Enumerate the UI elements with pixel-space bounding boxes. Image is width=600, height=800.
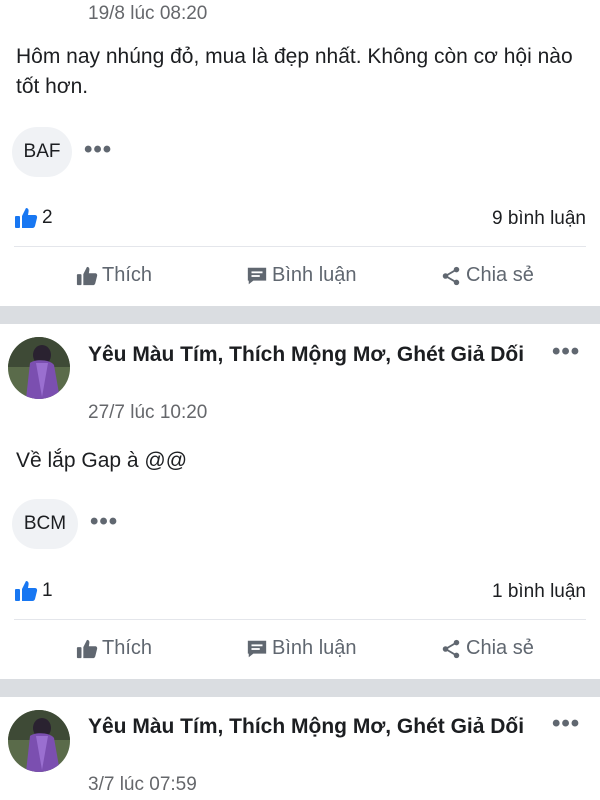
post-timestamp[interactable]: 3/7 lúc 07:59 (88, 774, 197, 796)
like-reaction-icon (15, 208, 38, 228)
tag-more-icon[interactable]: ••• (90, 508, 118, 536)
like-label: Thích (102, 637, 153, 659)
author-avatar[interactable] (8, 337, 70, 399)
like-label: Thích (102, 264, 153, 286)
comment-label: Bình luận (272, 264, 357, 286)
like-count-value: 2 (42, 207, 53, 228)
comment-label: Bình luận (272, 637, 357, 659)
like-count-value: 1 (42, 580, 53, 601)
comment-count[interactable]: 9 bình luận (492, 208, 586, 230)
author-name[interactable]: Yêu Màu Tím, Thích Mộng Mơ, Ghét Giả Dối (88, 340, 538, 369)
like-reaction-icon (15, 581, 38, 601)
stock-tag[interactable]: BCM (12, 499, 78, 549)
avatar-image (8, 710, 70, 772)
author-name[interactable]: Yêu Màu Tím, Thích Mộng Mơ, Ghét Giả Dối (88, 712, 538, 741)
post-timestamp[interactable]: 27/7 lúc 10:20 (88, 402, 207, 424)
post-separator (0, 306, 600, 324)
comment-button[interactable]: Bình luận (246, 264, 357, 287)
post-more-icon[interactable]: ••• (552, 710, 580, 738)
post-text: Hôm nay nhúng đỏ, mua là đẹp nhất. Không… (16, 45, 573, 98)
comment-button[interactable]: Bình luận (246, 637, 357, 660)
author-avatar[interactable] (8, 710, 70, 772)
stock-tag[interactable]: BAF (12, 127, 72, 177)
avatar-image (8, 337, 70, 399)
thumbs-up-icon (76, 266, 98, 285)
comment-icon (247, 267, 267, 284)
like-button[interactable]: Thích (76, 264, 152, 287)
post-separator (0, 679, 600, 697)
divider (14, 246, 586, 247)
thumbs-up-icon (76, 639, 98, 658)
divider (14, 619, 586, 620)
share-label: Chia sẻ (466, 637, 534, 659)
post-text: Về lắp Gap à @@ (16, 449, 188, 472)
like-count[interactable]: 2 (14, 206, 53, 230)
post-more-icon[interactable]: ••• (552, 338, 580, 366)
share-icon (442, 266, 460, 285)
share-button[interactable]: Chia sẻ (440, 637, 534, 660)
share-label: Chia sẻ (466, 264, 534, 286)
like-count[interactable]: 1 (14, 579, 53, 603)
post-timestamp[interactable]: 19/8 lúc 08:20 (88, 3, 207, 25)
tag-more-icon[interactable]: ••• (84, 136, 112, 164)
comment-count[interactable]: 1 bình luận (492, 581, 586, 603)
like-button[interactable]: Thích (76, 637, 152, 660)
share-icon (442, 639, 460, 658)
comment-icon (247, 640, 267, 657)
share-button[interactable]: Chia sẻ (440, 264, 534, 287)
